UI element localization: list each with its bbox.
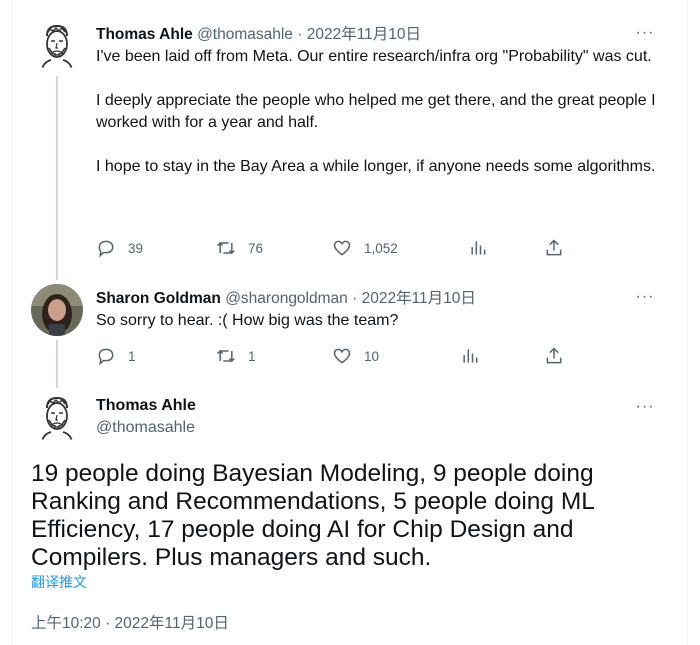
avatar-thomas-main[interactable]	[31, 392, 83, 444]
retweet-button[interactable]: 76	[216, 236, 263, 260]
analytics-icon	[463, 349, 478, 363]
author-name[interactable]: Sharon Goldman	[96, 290, 221, 307]
like-count: 1,052	[364, 240, 398, 256]
tweet-paragraph: I hope to stay in the Bay Area a while l…	[96, 158, 656, 175]
separator: ·	[297, 26, 303, 43]
like-count: 10	[364, 348, 380, 364]
reply-count: 39	[128, 240, 144, 256]
retweet-count: 76	[248, 240, 264, 256]
reply-count: 1	[128, 348, 136, 364]
more-icon[interactable]: ···	[633, 24, 657, 42]
reply-icon	[98, 348, 114, 366]
like-icon	[333, 348, 351, 364]
tweet-actions: 39 76 1,052	[96, 236, 576, 260]
tweet-date[interactable]: 2022年11月10日	[362, 290, 476, 307]
tweet-timestamp[interactable]: 上午10:20 · 2022年11月10日	[31, 611, 229, 633]
share-button[interactable]	[544, 236, 564, 260]
tweet-paragraph: I deeply appreciate the people who helpe…	[96, 92, 656, 131]
retweet-button[interactable]: 1	[216, 344, 256, 368]
share-button[interactable]	[544, 344, 564, 368]
share-icon	[546, 347, 562, 364]
tweet-thomas-1[interactable]: Thomas Ahle @thomasahle · 2022年11月10日 ··…	[13, 0, 689, 280]
avatar-sharon[interactable]	[31, 284, 83, 336]
avatar-thomas[interactable]	[31, 20, 83, 72]
retweet-count: 1	[248, 348, 256, 364]
tweet-text: I've been laid off from Meta. Our entire…	[96, 46, 656, 178]
analytics-icon	[471, 241, 486, 255]
tweet-text: So sorry to hear. :( How big was the tea…	[96, 312, 399, 329]
like-button[interactable]: 1,052	[332, 236, 398, 260]
separator: ·	[352, 290, 358, 307]
share-icon	[546, 239, 562, 256]
analytics-button[interactable]	[468, 236, 488, 260]
like-button[interactable]: 10	[332, 344, 379, 368]
thread-line	[56, 340, 58, 388]
retweet-icon	[217, 241, 235, 255]
author-handle[interactable]: @thomasahle	[197, 26, 293, 43]
like-icon	[333, 240, 351, 256]
tweet-sharon[interactable]: Sharon Goldman @sharongoldman · 2022年11月…	[13, 280, 689, 388]
author-handle[interactable]: @sharongoldman	[225, 290, 348, 307]
translate-link[interactable]: 翻译推文	[31, 572, 87, 592]
more-icon[interactable]: ···	[633, 288, 657, 306]
reply-icon	[98, 240, 114, 258]
main-author-name[interactable]: Thomas Ahle	[96, 397, 196, 415]
tweet-date[interactable]: 2022年11月10日	[307, 26, 421, 43]
reply-button[interactable]: 39	[96, 236, 143, 260]
main-tweet-text: 19 people doing Bayesian Modeling, 9 peo…	[31, 460, 594, 571]
tweet-header: Sharon Goldman @sharongoldman · 2022年11月…	[96, 286, 476, 308]
tweet-paragraph: I've been laid off from Meta. Our entire…	[96, 48, 652, 65]
reply-button[interactable]: 1	[96, 344, 136, 368]
analytics-button[interactable]	[460, 344, 480, 368]
tweet-actions: 1 1 10	[96, 344, 576, 368]
thread-line	[56, 76, 58, 280]
timeline-frame: Thomas Ahle @thomasahle · 2022年11月10日 ··…	[12, 0, 688, 645]
retweet-icon	[217, 349, 235, 363]
main-author-handle[interactable]: @thomasahle	[96, 419, 195, 437]
author-name[interactable]: Thomas Ahle	[96, 26, 193, 43]
more-icon[interactable]: ···	[633, 398, 657, 416]
tweet-header: Thomas Ahle @thomasahle · 2022年11月10日	[96, 22, 421, 44]
